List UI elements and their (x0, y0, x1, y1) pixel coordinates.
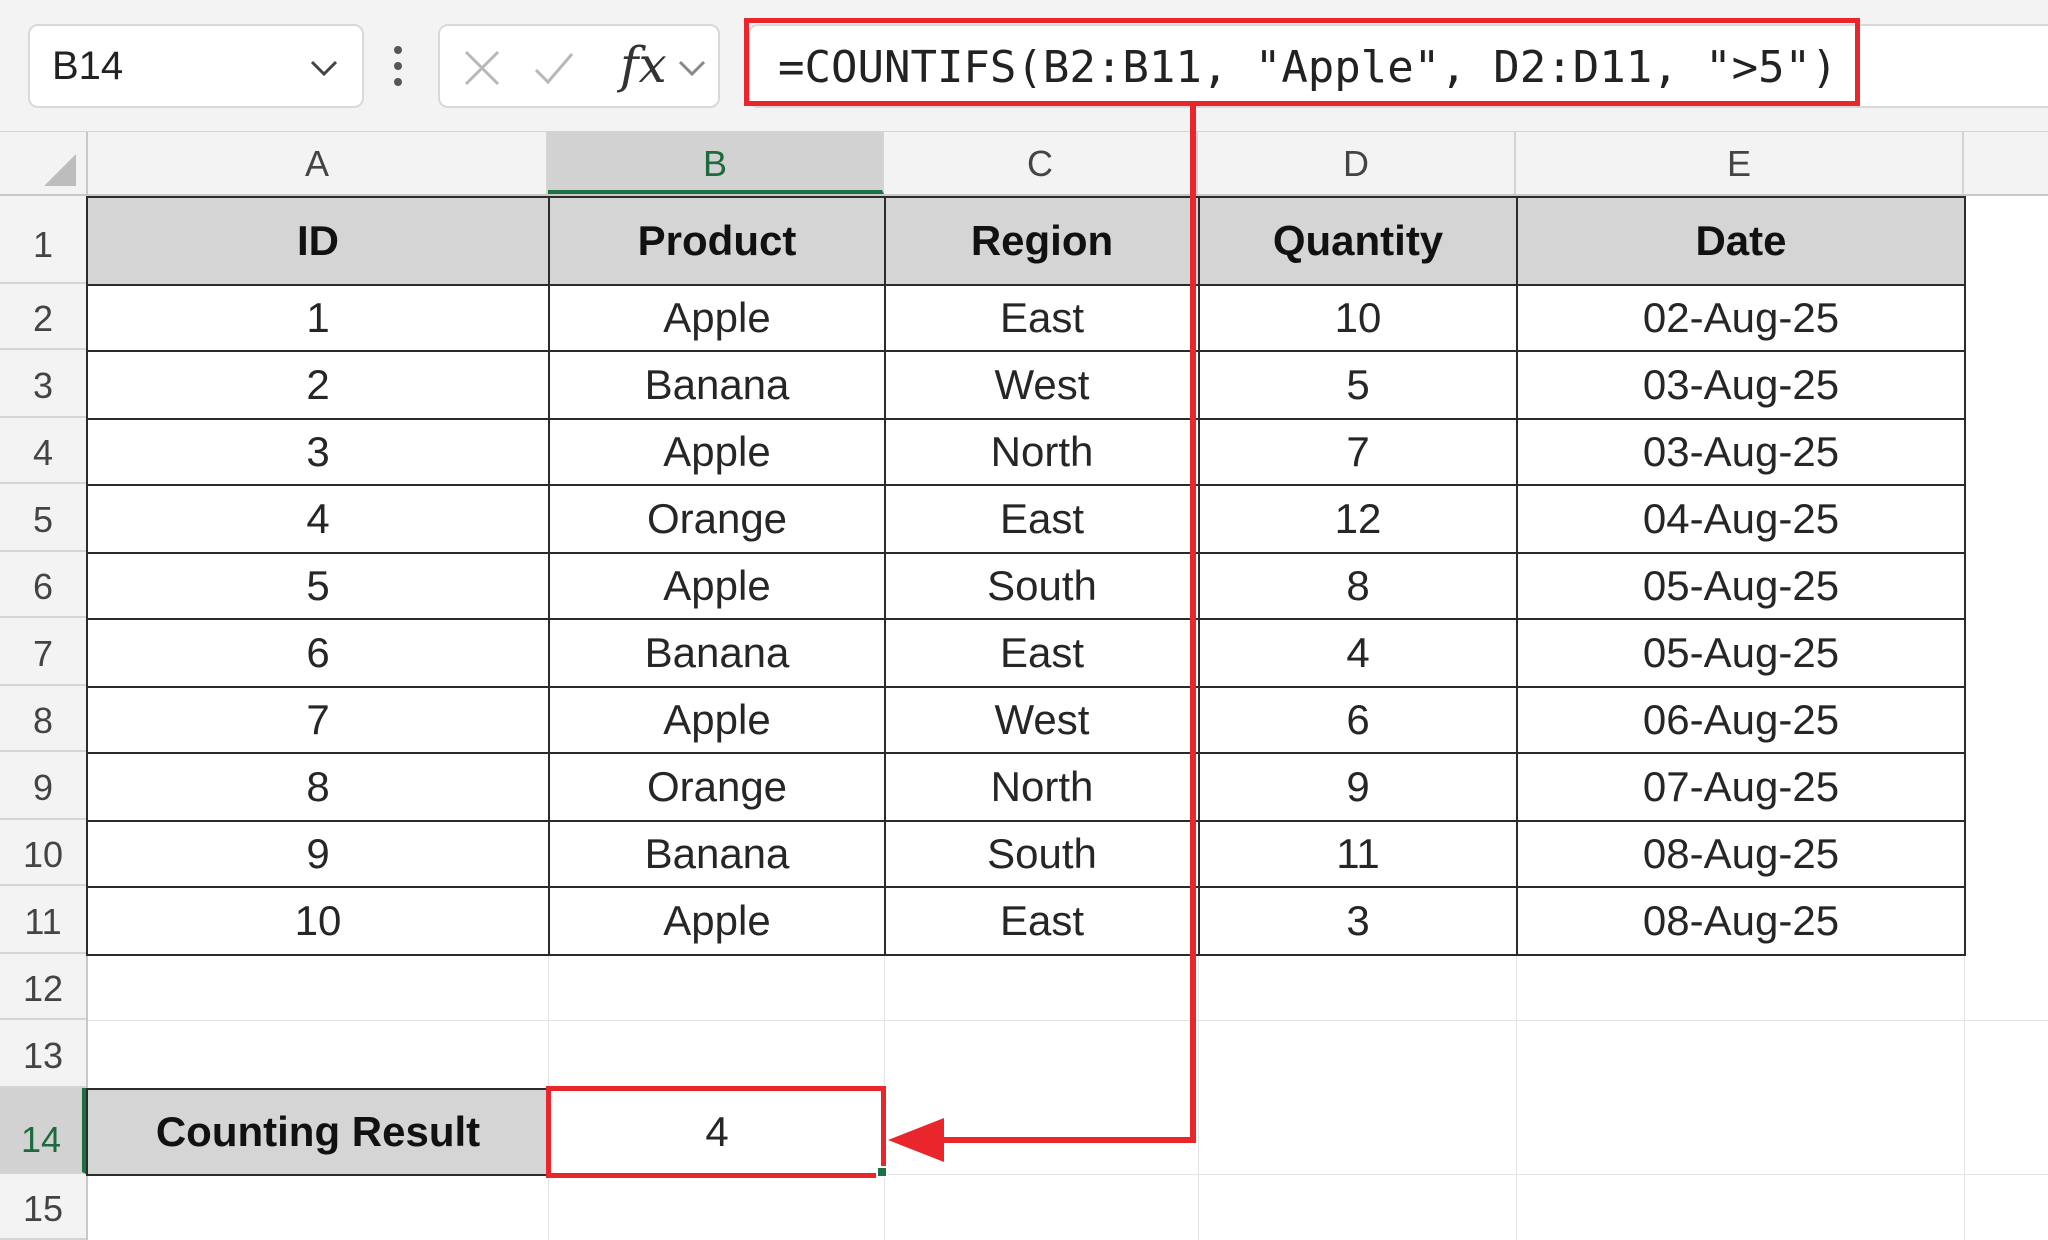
table-cell-id[interactable]: 4 (86, 484, 550, 554)
row-header[interactable]: 11 (0, 886, 86, 954)
column-header-e[interactable]: E (1516, 132, 1964, 194)
table-cell-product[interactable]: Orange (548, 484, 886, 554)
row-header[interactable]: 4 (0, 418, 86, 484)
table-header-id[interactable]: ID (86, 196, 550, 286)
select-all-triangle-icon (44, 154, 76, 186)
table-cell-region[interactable]: South (884, 552, 1200, 620)
table-cell-date[interactable]: 03-Aug-25 (1516, 418, 1966, 486)
table-cell-quantity[interactable]: 4 (1198, 618, 1518, 688)
table-cell-date[interactable]: 06-Aug-25 (1516, 686, 1966, 754)
table-cell-id[interactable]: 2 (86, 350, 550, 420)
table-cell-quantity[interactable]: 12 (1198, 484, 1518, 554)
table-cell-id[interactable]: 6 (86, 618, 550, 688)
row-header[interactable]: 8 (0, 686, 86, 752)
column-header-a[interactable]: A (88, 132, 548, 194)
table-cell-id[interactable]: 5 (86, 552, 550, 620)
row-headers: 1 2 3 4 5 6 7 8 9 10 11 12 13 14 15 (0, 196, 88, 1240)
table-cell-product[interactable]: Banana (548, 350, 886, 420)
table-cell-product[interactable]: Apple (548, 284, 886, 352)
table-cell-date[interactable]: 05-Aug-25 (1516, 618, 1966, 688)
row-header[interactable]: 2 (0, 284, 86, 350)
table-cell-id[interactable]: 10 (86, 886, 550, 956)
row-header[interactable]: 12 (0, 954, 86, 1020)
table-cell-region[interactable]: West (884, 350, 1200, 420)
select-all-button[interactable] (0, 132, 88, 196)
name-box-value: B14 (52, 44, 124, 88)
enter-check-icon[interactable] (530, 44, 578, 92)
table-cell-date[interactable]: 02-Aug-25 (1516, 284, 1966, 352)
table-cell-region[interactable]: East (884, 618, 1200, 688)
table-cell-region[interactable]: East (884, 886, 1200, 956)
table-cell-id[interactable]: 8 (86, 752, 550, 822)
table-header-quantity[interactable]: Quantity (1198, 196, 1518, 286)
table-cell-date[interactable]: 05-Aug-25 (1516, 552, 1966, 620)
table-cell-region[interactable]: East (884, 484, 1200, 554)
table-header-date[interactable]: Date (1516, 196, 1966, 286)
table-cell-product[interactable]: Apple (548, 552, 886, 620)
row-header[interactable]: 5 (0, 484, 86, 552)
table-cell-id[interactable]: 3 (86, 418, 550, 486)
formula-buttons: fx (438, 24, 720, 108)
column-headers: A B C D E (88, 132, 2048, 196)
table-cell-product[interactable]: Banana (548, 820, 886, 888)
table-header-region[interactable]: Region (884, 196, 1200, 286)
chevron-down-icon[interactable] (676, 44, 708, 92)
table-cell-region[interactable]: East (884, 284, 1200, 352)
table-cell-date[interactable]: 08-Aug-25 (1516, 820, 1966, 888)
table-cell-quantity[interactable]: 11 (1198, 820, 1518, 888)
row-header[interactable]: 3 (0, 350, 86, 418)
insert-function-button[interactable]: fx (620, 36, 667, 94)
table-cell-id[interactable]: 9 (86, 820, 550, 888)
row-header[interactable]: 7 (0, 618, 86, 686)
chevron-down-icon[interactable] (304, 48, 344, 88)
arrow-head (888, 1118, 944, 1162)
gridline (88, 1020, 2048, 1021)
table-cell-id[interactable]: 7 (86, 686, 550, 754)
row-header[interactable]: 1 (0, 196, 86, 284)
row-header[interactable]: 9 (0, 752, 86, 820)
cancel-icon[interactable] (458, 44, 506, 92)
result-highlight-box (546, 1086, 886, 1178)
table-cell-quantity[interactable]: 8 (1198, 552, 1518, 620)
table-cell-quantity[interactable]: 6 (1198, 686, 1518, 754)
more-options-icon[interactable] (392, 42, 404, 90)
column-header-c[interactable]: C (884, 132, 1198, 194)
row-header[interactable]: 13 (0, 1020, 86, 1088)
table-cell-date[interactable]: 03-Aug-25 (1516, 350, 1966, 420)
table-cell-quantity[interactable]: 7 (1198, 418, 1518, 486)
table-cell-quantity[interactable]: 10 (1198, 284, 1518, 352)
table-cell-id[interactable]: 1 (86, 284, 550, 352)
name-box[interactable]: B14 (28, 24, 364, 108)
table-cell-region[interactable]: North (884, 752, 1200, 822)
table-cell-quantity[interactable]: 9 (1198, 752, 1518, 822)
table-cell-product[interactable]: Orange (548, 752, 886, 822)
column-header-b[interactable]: B (548, 132, 884, 194)
table-cell-region[interactable]: North (884, 418, 1200, 486)
table-cell-product[interactable]: Apple (548, 686, 886, 754)
column-header-d[interactable]: D (1198, 132, 1516, 194)
row-header[interactable]: 14 (0, 1088, 86, 1174)
table-cell-date[interactable]: 07-Aug-25 (1516, 752, 1966, 822)
table-cell-product[interactable]: Banana (548, 618, 886, 688)
formula-highlight-box (744, 18, 1860, 106)
table-cell-quantity[interactable]: 5 (1198, 350, 1518, 420)
fill-handle[interactable] (876, 1166, 888, 1178)
table-cell-region[interactable]: South (884, 820, 1200, 888)
row-header[interactable]: 15 (0, 1174, 86, 1240)
table-cell-date[interactable]: 08-Aug-25 (1516, 886, 1966, 956)
table-header-product[interactable]: Product (548, 196, 886, 286)
counting-result-label[interactable]: Counting Result (86, 1088, 550, 1176)
table-cell-quantity[interactable]: 3 (1198, 886, 1518, 956)
row-header[interactable]: 10 (0, 820, 86, 886)
table-cell-product[interactable]: Apple (548, 886, 886, 956)
table-cell-product[interactable]: Apple (548, 418, 886, 486)
row-header[interactable]: 6 (0, 552, 86, 618)
table-cell-date[interactable]: 04-Aug-25 (1516, 484, 1966, 554)
table-cell-region[interactable]: West (884, 686, 1200, 754)
